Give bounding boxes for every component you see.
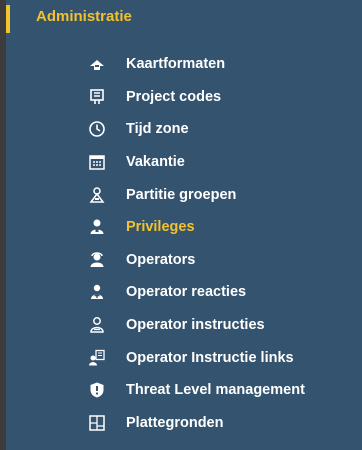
menu-item-label: Project codes [126,88,222,105]
menu-item-plattegronden[interactable]: Plattegronden [6,407,362,440]
menu-item-label: Operator Instructie links [126,349,294,366]
menu-item-label: Privileges [126,219,195,236]
menu-item-label: Operator reacties [126,284,247,301]
menu-item-vakantie[interactable]: Vakantie [6,146,362,179]
menu-item-label: Tijd zone [126,121,189,138]
menu-item-label: Partitie groepen [126,186,237,203]
admin-side-menu: Administratie Kaartformaten Project code… [0,0,362,450]
section-header-administratie[interactable]: Administratie [36,8,132,25]
operators-icon [88,251,106,269]
admin-menu-list: Kaartformaten Project codes Tijd zone Va… [6,48,362,439]
holiday-calendar-icon [88,153,106,171]
menu-item-operators[interactable]: Operators [6,244,362,277]
menu-item-operator-reacties[interactable]: Operator reacties [6,276,362,309]
menu-item-kaartformaten[interactable]: Kaartformaten [6,48,362,81]
operator-instruction-links-icon [88,349,106,367]
project-codes-icon [88,88,106,106]
threat-level-shield-icon [88,381,106,399]
time-zone-icon [88,120,106,138]
menu-item-label: Kaartformaten [126,56,226,73]
menu-item-label: Vakantie [126,154,185,171]
menu-item-project-codes[interactable]: Project codes [6,81,362,114]
map-format-icon [88,55,106,73]
operator-reactions-icon [88,283,106,301]
menu-item-label: Operator instructies [126,317,265,334]
menu-item-privileges[interactable]: Privileges [6,211,362,244]
menu-item-label: Plattegronden [126,414,224,431]
active-section-indicator [6,5,10,33]
menu-item-threat-level-management[interactable]: Threat Level management [6,374,362,407]
operator-instructions-icon [88,316,106,334]
menu-item-operator-instructie-links[interactable]: Operator Instructie links [6,341,362,374]
menu-item-label: Threat Level management [126,382,305,399]
menu-item-operator-instructies[interactable]: Operator instructies [6,309,362,342]
privileges-icon [88,218,106,236]
menu-item-partitie-groepen[interactable]: Partitie groepen [6,178,362,211]
partition-groups-icon [88,186,106,204]
floor-plans-icon [88,414,106,432]
menu-item-tijd-zone[interactable]: Tijd zone [6,113,362,146]
menu-item-label: Operators [126,251,196,268]
